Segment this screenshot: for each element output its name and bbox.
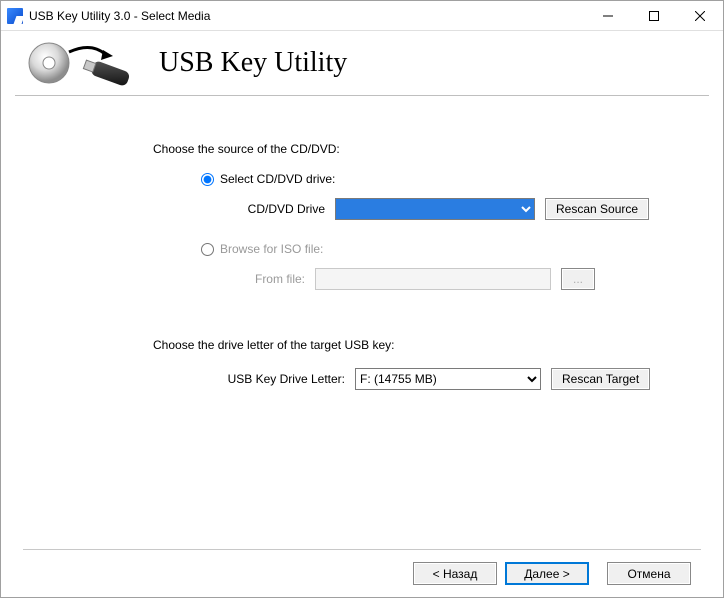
- from-file-label: From file:: [215, 272, 305, 286]
- back-button[interactable]: < Назад: [413, 562, 497, 585]
- radio-row-drive: Select CD/DVD drive:: [201, 172, 689, 186]
- target-select-row: USB Key Drive Letter: F: (14755 MB) Resc…: [215, 368, 689, 390]
- rescan-target-button[interactable]: Rescan Target: [551, 368, 650, 390]
- radio-browse-iso-label[interactable]: Browse for ISO file:: [220, 242, 323, 256]
- cd-drive-label: CD/DVD Drive: [215, 202, 325, 216]
- minimize-button[interactable]: [585, 1, 631, 31]
- target-prompt: Choose the drive letter of the target US…: [153, 338, 689, 352]
- brand-logo: [25, 38, 145, 88]
- browse-file-button: ...: [561, 268, 595, 290]
- footer-wrap: < Назад Далее > Отмена: [15, 549, 709, 597]
- next-button[interactable]: Далее >: [505, 562, 589, 585]
- drive-select-row: CD/DVD Drive Rescan Source: [215, 198, 689, 220]
- usb-drive-select[interactable]: F: (14755 MB): [355, 368, 541, 390]
- footer: < Назад Далее > Отмена: [23, 549, 701, 597]
- app-window: USB Key Utility 3.0 - Select Media: [0, 0, 724, 598]
- radio-select-drive[interactable]: [201, 173, 214, 186]
- radio-select-drive-label[interactable]: Select CD/DVD drive:: [220, 172, 335, 186]
- maximize-button[interactable]: [631, 1, 677, 31]
- from-file-input: [315, 268, 551, 290]
- source-prompt: Choose the source of the CD/DVD:: [153, 142, 689, 156]
- content-panel: Choose the source of the CD/DVD: Select …: [15, 96, 709, 549]
- rescan-source-button[interactable]: Rescan Source: [545, 198, 649, 220]
- cancel-button[interactable]: Отмена: [607, 562, 691, 585]
- radio-row-iso: Browse for ISO file:: [201, 242, 689, 256]
- radio-browse-iso[interactable]: [201, 243, 214, 256]
- client-area: USB Key Utility Choose the source of the…: [1, 31, 723, 597]
- titlebar: USB Key Utility 3.0 - Select Media: [1, 1, 723, 31]
- window-title: USB Key Utility 3.0 - Select Media: [29, 9, 210, 23]
- header-banner: USB Key Utility: [15, 35, 709, 91]
- minimize-icon: [603, 11, 613, 21]
- cd-drive-select[interactable]: [335, 198, 535, 220]
- usb-drive-label: USB Key Drive Letter:: [215, 372, 345, 386]
- close-button[interactable]: [677, 1, 723, 31]
- from-file-row: From file: ...: [215, 268, 689, 290]
- app-title: USB Key Utility: [159, 47, 347, 79]
- maximize-icon: [649, 11, 659, 21]
- close-icon: [695, 11, 705, 21]
- app-icon: [7, 8, 23, 24]
